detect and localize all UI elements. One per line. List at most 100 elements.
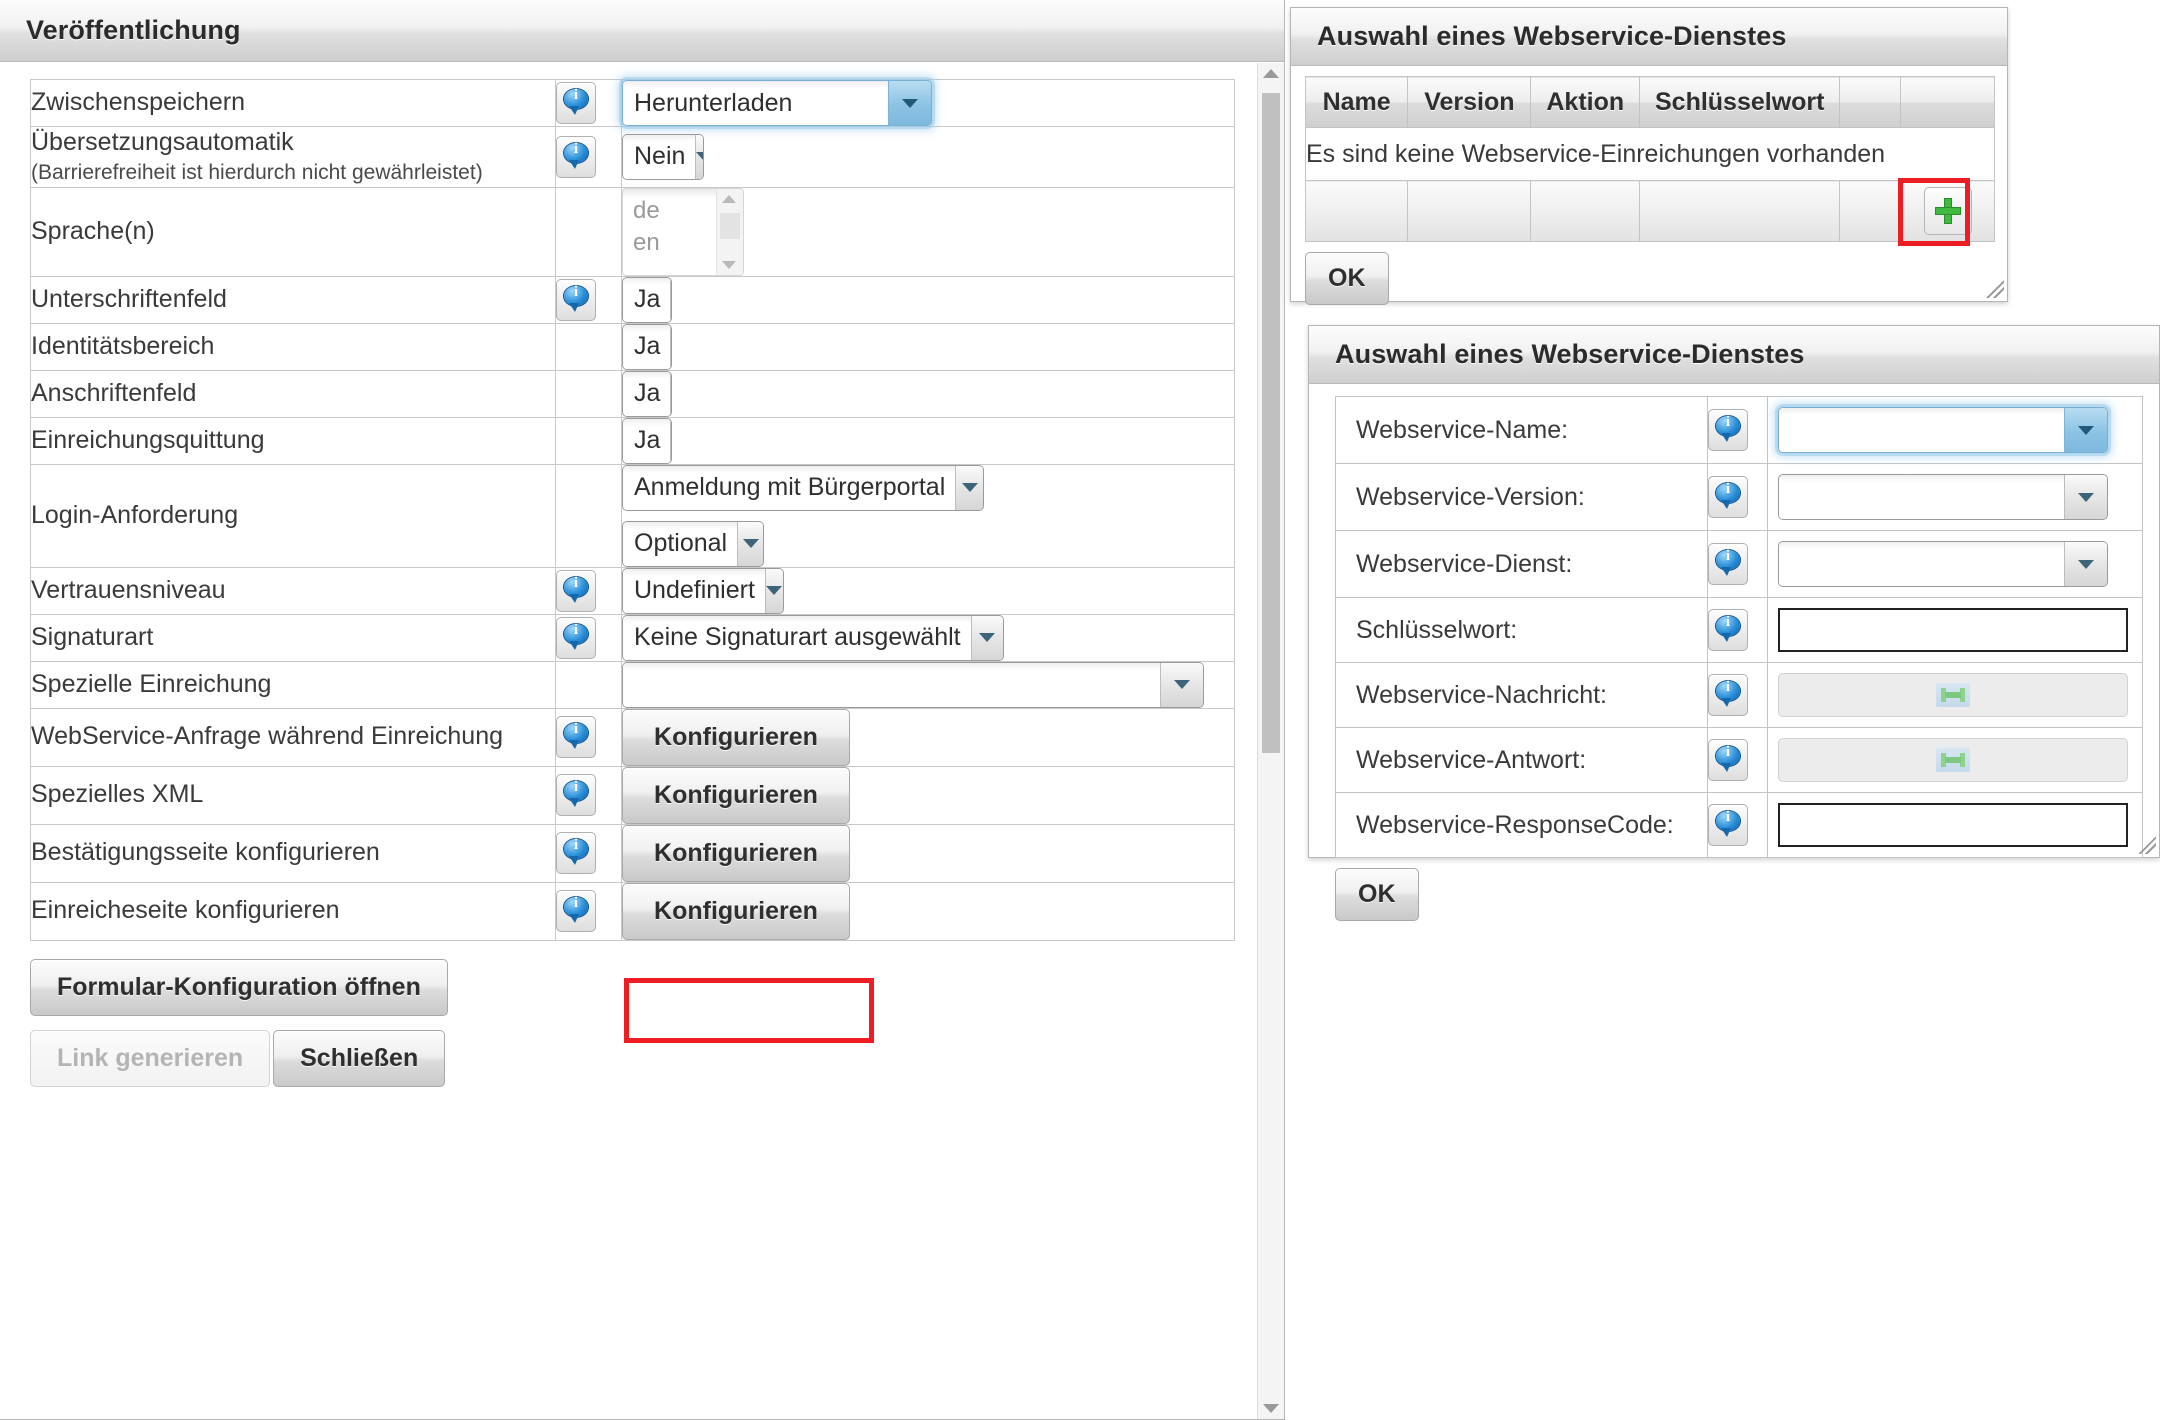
info-letter: i (573, 87, 579, 103)
settings-row-label-cell: Bestätigungsseite konfigurieren (30, 823, 556, 883)
setting-select[interactable]: Ja (622, 417, 672, 464)
setting-select[interactable] (622, 661, 1204, 708)
webservice-form-text-input[interactable] (1778, 608, 2128, 652)
info-icon[interactable]: i (556, 616, 596, 659)
info-icon[interactable]: i (556, 890, 596, 932)
generate-link-button[interactable]: Link generieren (30, 1029, 271, 1087)
close-button[interactable]: Schließen (273, 1029, 446, 1087)
webservice-form-value-cell (1767, 727, 2143, 793)
info-icon[interactable]: i (556, 135, 596, 178)
setting-select[interactable]: Keine Signaturart ausgewählt (622, 614, 1004, 661)
info-icon[interactable]: i (1708, 739, 1748, 781)
webservice-form-expandable-field[interactable] (1778, 738, 2128, 782)
info-icon[interactable]: i (1708, 543, 1748, 585)
configure-button[interactable]: Konfigurieren (622, 766, 850, 824)
info-icon[interactable]: i (556, 716, 596, 758)
scrollbar-thumb[interactable] (720, 212, 740, 239)
setting-select[interactable]: Ja (622, 323, 672, 370)
chevron-down-icon[interactable] (955, 465, 983, 510)
chevron-down-icon[interactable] (2064, 408, 2107, 452)
setting-select[interactable]: Herunterladen (622, 80, 932, 126)
webservice-list-ok-button[interactable]: OK (1305, 252, 1389, 305)
webservice-form-value-cell (1767, 396, 2143, 464)
chevron-down-icon[interactable] (670, 371, 671, 416)
info-icon[interactable]: i (556, 569, 596, 612)
chevron-down-icon[interactable] (2064, 542, 2107, 586)
chevron-down-icon[interactable] (2064, 475, 2107, 519)
webservice-form-select[interactable] (1778, 407, 2108, 453)
language-option[interactable]: de (633, 195, 716, 227)
publication-panel-header: Veröffentlichung (0, 0, 1284, 62)
webservice-form-label-cell: Webservice-Version: (1335, 463, 1708, 531)
settings-row-label-cell: Zwischenspeichern (30, 79, 556, 127)
settings-row: Vertrauensniveau i Undefiniert (30, 566, 1235, 615)
webservice-form-expandable-field[interactable] (1778, 673, 2128, 717)
language-listbox-scrollbar[interactable] (716, 188, 743, 275)
language-option[interactable]: en (633, 227, 716, 259)
scroll-up-arrow-icon[interactable] (722, 194, 736, 203)
webservice-form-info-cell: i (1707, 662, 1768, 728)
webservice-form-value-cell (1767, 597, 2143, 663)
resize-handle-icon[interactable] (2136, 834, 2156, 854)
login-optional-select-value: Optional (623, 521, 738, 566)
publication-panel-scrollbar[interactable] (1257, 63, 1284, 1419)
login-optional-select[interactable]: Optional (622, 520, 764, 567)
chevron-down-icon[interactable] (670, 324, 671, 369)
settings-row-value-cell: Ja (621, 369, 1235, 418)
info-icon[interactable]: i (556, 832, 596, 874)
settings-row: Signaturart i Keine Signaturart ausgewählt (30, 613, 1235, 662)
info-letter: i (1725, 744, 1731, 760)
chevron-down-icon[interactable] (695, 134, 703, 179)
webservice-form-select[interactable] (1778, 474, 2108, 520)
settings-row-info-cell: i (555, 881, 622, 941)
toolbar-cell-5 (1839, 180, 1901, 242)
chevron-down-icon[interactable] (764, 568, 783, 613)
scrollbar-thumb[interactable] (1262, 93, 1280, 753)
info-icon[interactable]: i (1708, 804, 1748, 846)
configure-button[interactable]: Konfigurieren (622, 824, 850, 882)
setting-select[interactable]: Ja (622, 276, 672, 323)
info-bubble-tail (1721, 500, 1731, 509)
webservice-form-text-input[interactable] (1778, 803, 2128, 847)
info-icon[interactable]: i (1708, 609, 1748, 651)
setting-select[interactable]: Ja (622, 370, 672, 417)
chevron-down-icon[interactable] (888, 81, 931, 125)
info-icon[interactable]: i (556, 774, 596, 816)
info-bubble-tail (569, 593, 579, 603)
setting-select[interactable]: Nein (622, 133, 704, 180)
settings-row-info-cell (555, 322, 622, 371)
info-icon[interactable]: i (1708, 674, 1748, 716)
scroll-down-arrow-icon[interactable] (722, 260, 736, 269)
setting-select[interactable]: Undefiniert (622, 567, 784, 614)
login-requirement-select[interactable]: Anmeldung mit Bürgerportal (622, 464, 984, 511)
chevron-down-icon[interactable] (670, 418, 671, 463)
chevron-down-icon[interactable] (737, 521, 763, 566)
scroll-up-arrow-icon[interactable] (1263, 69, 1279, 78)
info-icon[interactable]: i (1708, 409, 1748, 451)
chevron-down-icon[interactable] (970, 615, 1003, 660)
info-letter: i (573, 574, 579, 591)
chevron-down-icon[interactable] (670, 277, 671, 322)
settings-row: Identitätsbereich Ja (30, 322, 1235, 371)
resize-handle-icon[interactable] (1984, 278, 2004, 298)
webservice-service-form-dialog: Auswahl eines Webservice-Dienstes Webser… (1308, 325, 2160, 921)
info-icon[interactable]: i (1708, 476, 1748, 518)
webservice-form-ok-button[interactable]: OK (1335, 868, 1419, 921)
webservice-form-info-cell: i (1707, 530, 1768, 598)
language-listbox[interactable]: de en (622, 187, 744, 276)
info-letter: i (1725, 548, 1731, 564)
webservice-form-label: Schlüsselwort: (1356, 615, 1518, 644)
configure-button[interactable]: Konfigurieren (622, 882, 850, 940)
webservice-form-row: Schlüsselwort: i (1335, 597, 2143, 663)
toolbar-cell-add (1900, 180, 1995, 242)
configure-button[interactable]: Konfigurieren (622, 708, 850, 766)
open-form-configuration-button[interactable]: Formular-Konfiguration öffnen (30, 958, 448, 1016)
chevron-down-icon[interactable] (1160, 662, 1203, 707)
info-icon[interactable]: i (556, 82, 596, 124)
add-webservice-button[interactable] (1923, 187, 1972, 235)
webservice-form-select[interactable] (1778, 541, 2108, 587)
info-icon[interactable]: i (556, 278, 596, 321)
language-options[interactable]: de en (623, 189, 716, 275)
settings-row-label: Spezielles XML (31, 780, 204, 809)
scroll-down-arrow-icon[interactable] (1263, 1404, 1279, 1413)
